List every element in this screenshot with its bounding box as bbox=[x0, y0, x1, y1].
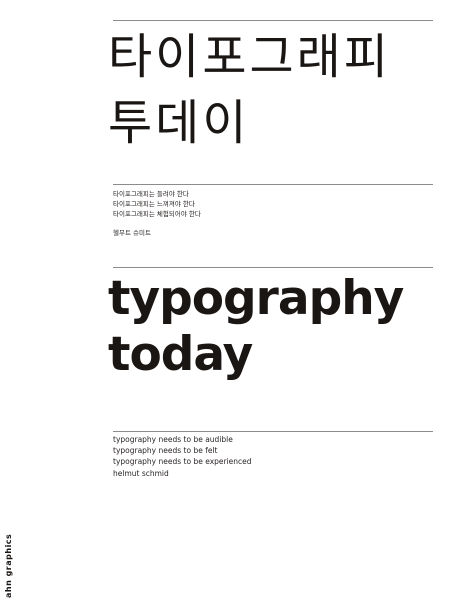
korean-section-rule bbox=[113, 184, 433, 185]
subtitle-english-line-3: typography needs to be experienced bbox=[113, 457, 252, 466]
publisher-logo: ahn graphics bbox=[4, 533, 13, 598]
title-english-line-1: typography bbox=[108, 271, 404, 326]
author-korean: 헬무트 슈미트 bbox=[113, 229, 151, 237]
title-english-line-2: today bbox=[108, 327, 253, 382]
title-korean-line-1: 타이포그래피 bbox=[108, 29, 391, 85]
book-cover: 타이포그래피 투데이 타이포그래피는 들려야 한다 타이포그래피는 느껴져야 한… bbox=[0, 0, 458, 611]
subtitle-english: typography needs to be audible typograph… bbox=[113, 434, 252, 467]
top-rule bbox=[113, 20, 433, 21]
subtitle-english-line-1: typography needs to be audible bbox=[113, 435, 233, 444]
english-section-rule bbox=[113, 431, 433, 432]
subtitle-english-line-2: typography needs to be felt bbox=[113, 446, 218, 455]
english-title-rule bbox=[113, 267, 433, 268]
title-korean-line-2: 투데이 bbox=[108, 95, 250, 151]
subtitle-korean-line-1: 타이포그래피는 들려야 한다 bbox=[113, 190, 189, 198]
subtitle-korean-line-3: 타이포그래피는 체험되어야 한다 bbox=[113, 210, 201, 218]
subtitle-korean: 타이포그래피는 들려야 한다 타이포그래피는 느껴져야 한다 타이포그래피는 체… bbox=[113, 189, 201, 219]
subtitle-korean-line-2: 타이포그래피는 느껴져야 한다 bbox=[113, 200, 195, 208]
author-english: helmut schmid bbox=[113, 469, 169, 478]
